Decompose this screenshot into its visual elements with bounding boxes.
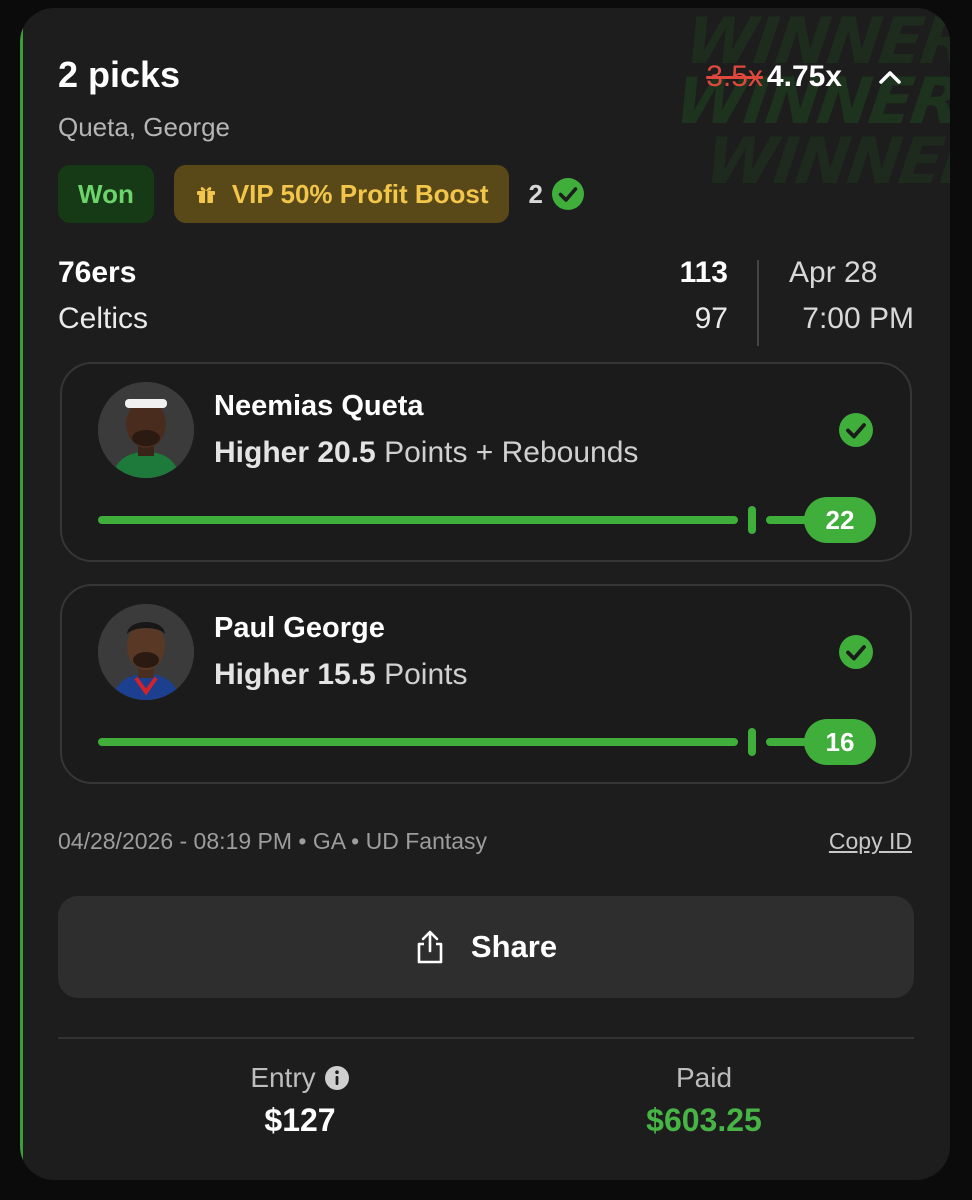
old-multiplier: 3.5x — [706, 60, 763, 93]
pick-direction-line: Higher 20.5 — [214, 436, 376, 469]
status-badge: Won — [58, 165, 154, 223]
pick-card[interactable]: Paul George Higher 15.5 Points 16 — [60, 584, 912, 784]
game-time: 7:00 PM — [802, 302, 914, 335]
entry-title: 2 picks — [58, 54, 181, 95]
progress-track — [98, 516, 738, 524]
pick-line: Higher 20.5 Points + Rebounds — [214, 436, 638, 470]
entry-value: $127 — [264, 1102, 336, 1138]
pick-direction-line: Higher 15.5 — [214, 658, 376, 691]
game-summary: 76ers Celtics 113 97 Apr 28 7:00 PM — [58, 256, 914, 346]
player-avatar-icon — [98, 382, 194, 478]
paid-value: $603.25 — [646, 1102, 762, 1138]
progress-track — [98, 738, 738, 746]
line-marker — [748, 728, 756, 756]
gift-icon — [196, 187, 215, 203]
team-home: 76ers — [58, 256, 137, 289]
game-date: Apr 28 — [789, 256, 878, 289]
score-home: 113 — [679, 256, 728, 289]
share-label: Share — [470, 929, 558, 964]
player-avatar-icon — [98, 604, 194, 700]
check-circle-icon — [838, 412, 874, 453]
badge-row: Won VIP 50% Profit Boost 2 — [58, 165, 585, 223]
watermark-line: WINNER!! — [700, 125, 950, 199]
result-value: 16 — [804, 719, 876, 765]
entry-card: WINNER!! WINNER!! WINNER!! 2 picks Queta… — [20, 8, 950, 1180]
footer-divider — [58, 1037, 914, 1039]
paid-label: Paid — [675, 1062, 733, 1093]
check-circle-icon — [838, 634, 874, 675]
check-circle-icon — [552, 178, 584, 210]
player-name: Neemias Queta — [214, 390, 424, 422]
pick-line: Higher 15.5 Points — [214, 658, 467, 692]
entry-label-row: Entry — [150, 1062, 450, 1094]
copy-id-link[interactable]: Copy ID — [829, 828, 912, 855]
share-button[interactable]: Share — [58, 896, 914, 998]
chevron-up-icon — [879, 71, 901, 84]
info-icon[interactable] — [324, 1065, 350, 1091]
share-icon — [417, 930, 443, 964]
result-value: 22 — [804, 497, 876, 543]
line-marker — [748, 506, 756, 534]
player-name: Paul George — [214, 612, 385, 644]
accent-bar — [20, 8, 23, 1180]
boost-badge[interactable]: VIP 50% Profit Boost — [173, 165, 509, 223]
entry-summary: Entry $127 — [150, 1062, 450, 1139]
boost-label: VIP 50% Profit Boost — [231, 178, 489, 209]
pick-card[interactable]: Neemias Queta Higher 20.5 Points + Rebou… — [60, 362, 912, 562]
entry-label: Entry — [250, 1062, 316, 1093]
winner-watermark: WINNER!! WINNER!! WINNER!! — [656, 12, 950, 212]
payout-multiplier: 3.5x 4.75x — [706, 60, 842, 94]
hits-count: 2 — [529, 177, 585, 211]
team-away: Celtics — [58, 302, 149, 335]
pick-stat: Points + Rebounds — [384, 436, 639, 469]
new-multiplier: 4.75x — [766, 60, 842, 93]
hits-count-value: 2 — [528, 178, 543, 209]
vertical-divider — [757, 260, 759, 346]
collapse-button[interactable] — [870, 58, 910, 98]
score-away: 97 — [694, 302, 728, 335]
pick-stat: Points — [384, 658, 468, 691]
entry-subtitle: Queta, George — [58, 112, 230, 142]
paid-summary: Paid $603.25 — [554, 1062, 854, 1139]
entry-meta: 04/28/2026 - 08:19 PM • GA • UD Fantasy — [58, 828, 488, 854]
